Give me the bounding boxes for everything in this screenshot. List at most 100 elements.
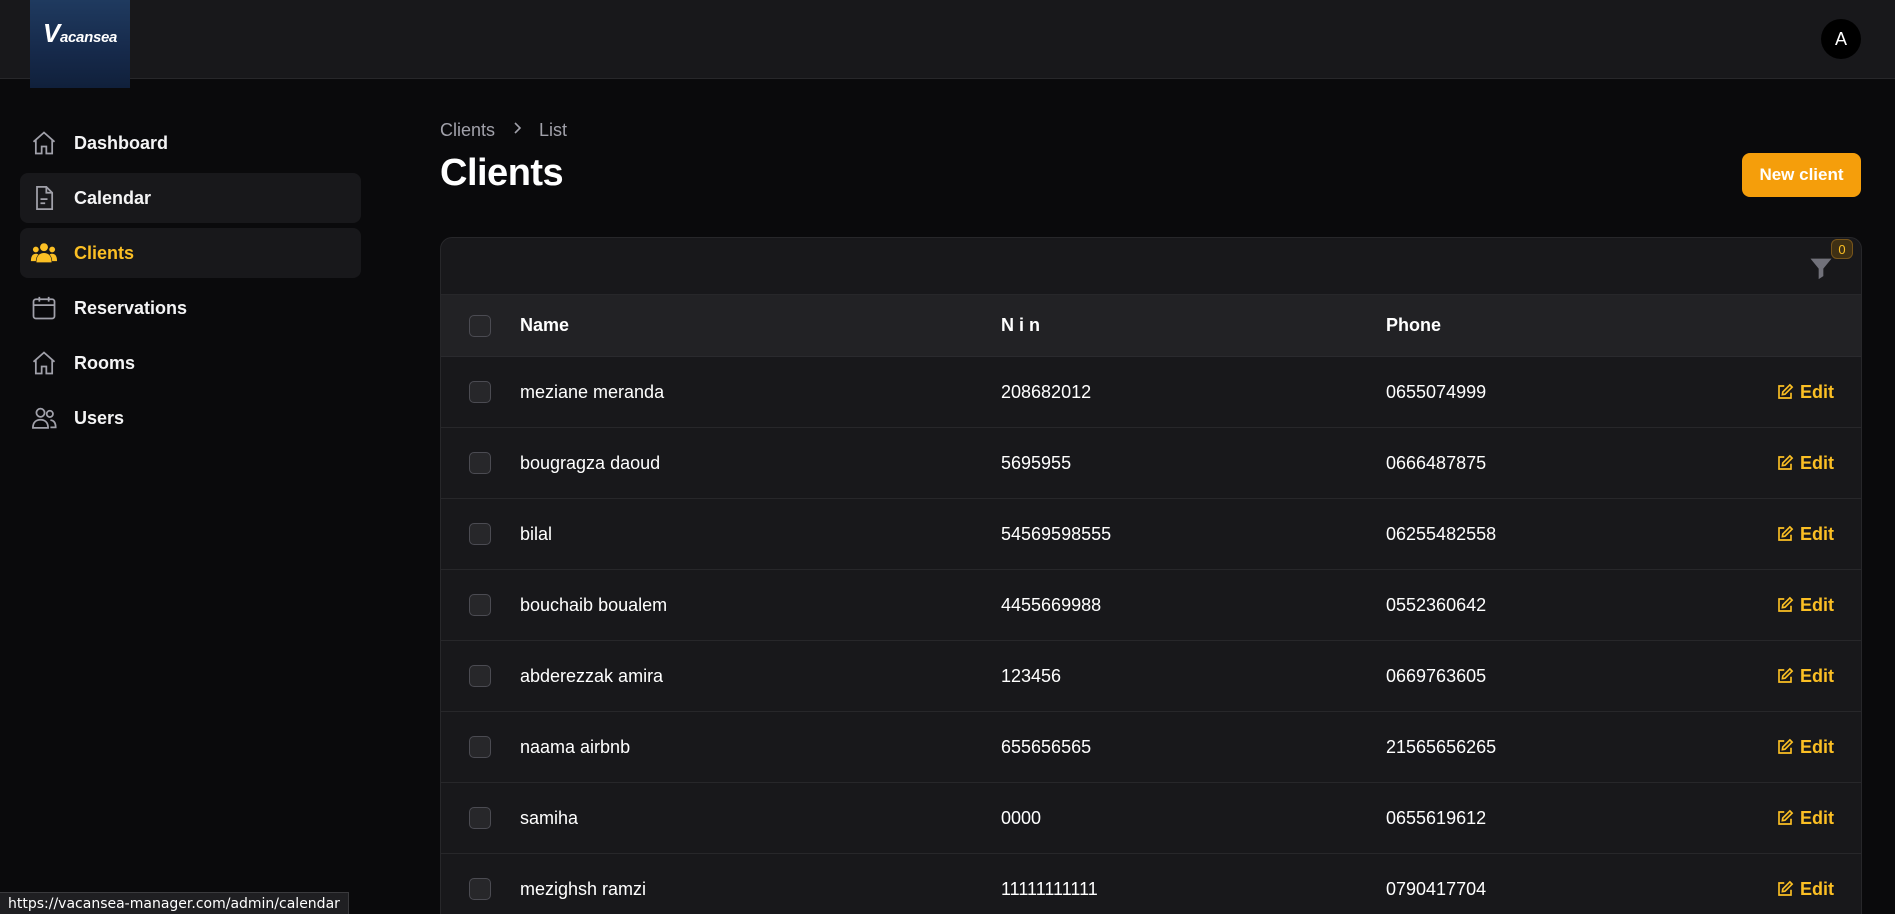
breadcrumb: Clients List [440, 120, 567, 141]
edit-label: Edit [1800, 594, 1834, 615]
cell-phone: 0790417704 [1386, 878, 1487, 899]
cell-nin: 11111111111 [1001, 878, 1098, 899]
row-checkbox[interactable] [469, 523, 491, 545]
edit-icon [1778, 596, 1794, 612]
sidebar-item-dashboard[interactable]: Dashboard [20, 118, 361, 168]
filter-count-badge: 0 [1831, 239, 1853, 259]
sidebar-item-label: Reservations [74, 297, 188, 318]
cell-name: bouchaib boualem [520, 594, 668, 615]
sidebar: Dashboard Calendar Clients Reservations … [20, 118, 361, 448]
cell-nin: 208682012 [1001, 381, 1092, 402]
cell-name: bougragza daoud [520, 452, 661, 473]
cell-phone: 0666487875 [1386, 452, 1487, 473]
sidebar-item-users[interactable]: Users [20, 393, 361, 443]
edit-label: Edit [1800, 523, 1834, 544]
edit-label: Edit [1800, 878, 1834, 899]
edit-button[interactable]: Edit [1776, 737, 1834, 758]
home-icon [30, 349, 58, 377]
cell-nin: 4455669988 [1001, 594, 1102, 615]
column-header-nin[interactable]: N i n [1001, 315, 1040, 336]
edit-button[interactable]: Edit [1776, 595, 1834, 616]
table-row[interactable]: naama airbnb 655656565 21565656265 Edit [441, 712, 1861, 783]
edit-button[interactable]: Edit [1776, 453, 1834, 474]
cell-phone: 0669763605 [1386, 665, 1487, 686]
edit-button[interactable]: Edit [1776, 666, 1834, 687]
cell-nin: 5695955 [1001, 452, 1072, 473]
select-all-checkbox[interactable] [469, 314, 491, 337]
column-header-name[interactable]: Name [520, 315, 569, 336]
sidebar-item-label: Dashboard [74, 132, 169, 153]
edit-label: Edit [1800, 452, 1834, 473]
row-checkbox[interactable] [469, 594, 491, 616]
edit-icon [1778, 383, 1794, 399]
sidebar-item-clients[interactable]: Clients [20, 228, 361, 278]
edit-label: Edit [1800, 736, 1834, 757]
row-checkbox[interactable] [469, 807, 491, 829]
user-avatar[interactable]: A [1821, 19, 1861, 59]
logo-text: Vacansea [42, 17, 118, 48]
brand-logo[interactable]: Vacansea [30, 0, 130, 88]
edit-icon [1778, 809, 1794, 825]
table-row[interactable]: bilal 54569598555 06255482558 Edit [441, 499, 1861, 570]
row-checkbox[interactable] [469, 381, 491, 403]
table-row[interactable]: mezighsh ramzi 11111111111 0790417704 Edit [441, 854, 1861, 914]
status-url-bar: https://vacansea-manager.com/admin/calen… [0, 892, 349, 914]
row-checkbox[interactable] [469, 452, 491, 474]
edit-button[interactable]: Edit [1776, 879, 1834, 900]
edit-button[interactable]: Edit [1776, 808, 1834, 829]
table-row[interactable]: abderezzak amira 123456 0669763605 Edit [441, 641, 1861, 712]
edit-icon [1778, 738, 1794, 754]
edit-button[interactable]: Edit [1776, 382, 1834, 403]
table-row[interactable]: bougragza daoud 5695955 0666487875 Edit [441, 428, 1861, 499]
edit-label: Edit [1800, 381, 1834, 402]
clients-table: 0 Name N i n Phone meziane meranda 208682… [440, 237, 1862, 914]
table-row[interactable]: bouchaib boualem 4455669988 0552360642 Edit [441, 570, 1861, 641]
column-header-phone[interactable]: Phone [1386, 315, 1441, 336]
table-row[interactable]: meziane meranda 208682012 0655074999 Edit [441, 357, 1861, 428]
breadcrumb-link-clients[interactable]: Clients [440, 120, 495, 141]
cell-name: bilal [520, 523, 553, 544]
edit-label: Edit [1800, 665, 1834, 686]
row-checkbox[interactable] [469, 878, 491, 900]
breadcrumb-current: List [539, 120, 568, 140]
sidebar-item-label: Calendar [74, 187, 152, 208]
cell-nin: 0000 [1001, 807, 1042, 828]
calendar-icon [30, 294, 58, 322]
table-toolbar: 0 [441, 238, 1861, 295]
sidebar-item-label: Clients [74, 242, 135, 263]
cell-phone: 21565656265 [1386, 736, 1497, 757]
cell-phone: 06255482558 [1386, 523, 1497, 544]
users-icon [30, 404, 58, 432]
cell-name: mezighsh ramzi [520, 878, 647, 899]
edit-icon [1778, 525, 1794, 541]
cell-name: samiha [520, 807, 579, 828]
filter-button[interactable] [1807, 254, 1835, 282]
edit-icon [1778, 667, 1794, 683]
cell-nin: 54569598555 [1001, 523, 1112, 544]
row-checkbox[interactable] [469, 665, 491, 687]
sidebar-item-label: Rooms [74, 352, 136, 373]
cell-nin: 123456 [1001, 665, 1062, 686]
sidebar-item-reservations[interactable]: Reservations [20, 283, 361, 333]
cell-nin: 655656565 [1001, 736, 1092, 757]
top-bar: Vacansea A [0, 0, 1895, 88]
edit-button[interactable]: Edit [1776, 524, 1834, 545]
cell-name: meziane meranda [520, 381, 665, 402]
cell-phone: 0655074999 [1386, 381, 1487, 402]
edit-icon [1778, 880, 1794, 896]
users-group-icon [30, 239, 58, 267]
edit-icon [1778, 454, 1794, 470]
cell-name: naama airbnb [520, 736, 631, 757]
new-client-button[interactable]: New client [1742, 153, 1861, 197]
document-icon [30, 184, 58, 212]
page-title: Clients [440, 152, 564, 194]
edit-label: Edit [1800, 807, 1834, 828]
sidebar-item-rooms[interactable]: Rooms [20, 338, 361, 388]
chevron-right-icon [511, 121, 523, 140]
cell-name: abderezzak amira [520, 665, 664, 686]
sidebar-item-calendar[interactable]: Calendar [20, 173, 361, 223]
home-icon [30, 129, 58, 157]
row-checkbox[interactable] [469, 736, 491, 758]
table-row[interactable]: samiha 0000 0655619612 Edit [441, 783, 1861, 854]
cell-phone: 0552360642 [1386, 594, 1487, 615]
